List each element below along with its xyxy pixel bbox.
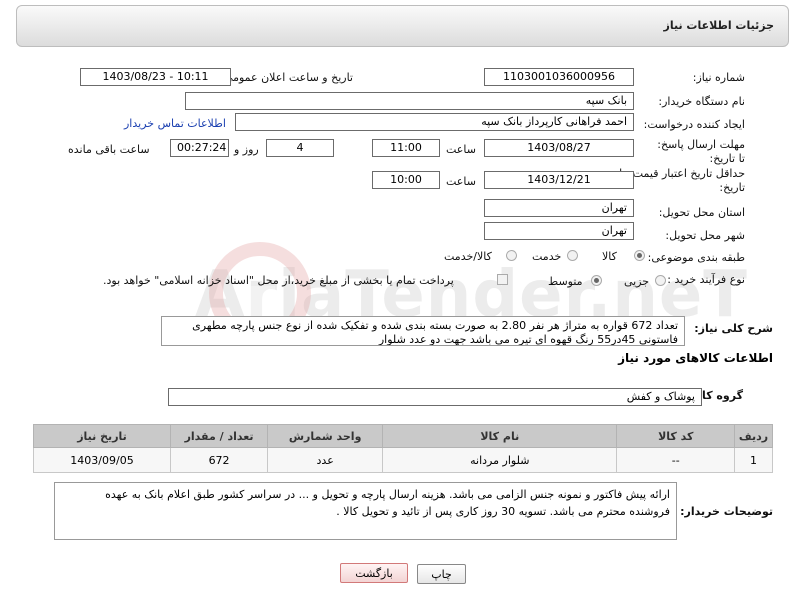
- col-need-date: تاریخ نیاز: [32, 424, 172, 448]
- goods-table: تاریخ نیاز تعداد / مقدار واحد شمارش نام …: [32, 424, 773, 473]
- announce-datetime-label: تاریخ و ساعت اعلان عمومی:: [220, 71, 353, 84]
- col-row-number: ردیف: [734, 424, 773, 448]
- category-goods-service-label: کالا/خدمت: [444, 250, 492, 263]
- reply-time-label: ساعت: [446, 143, 476, 156]
- goods-section-title: اطلاعات کالاهای مورد نیاز: [618, 351, 773, 365]
- col-unit: واحد شمارش: [267, 424, 384, 448]
- category-goods-service-radio[interactable]: [506, 250, 517, 261]
- col-item-code: کد کالا: [616, 424, 736, 448]
- cell-row-number: 1: [734, 447, 773, 473]
- price-validity-label: حداقل تاریخ اعتبار قیمت: تا تاریخ:: [619, 167, 745, 194]
- province-field[interactable]: تهران: [484, 199, 634, 217]
- buyer-contact-link[interactable]: اطلاعات تماس خریدار: [124, 117, 226, 130]
- need-number-label: شماره نیاز:: [692, 71, 745, 84]
- creator-field[interactable]: احمد فراهانی کارپرداز بانک سپه: [235, 113, 634, 131]
- reply-date-field[interactable]: 1403/08/27: [484, 139, 634, 157]
- print-button[interactable]: چاپ: [417, 564, 466, 584]
- process-label: نوع فرآیند خرید :: [667, 273, 745, 286]
- price-date-field[interactable]: 1403/12/21: [484, 171, 634, 189]
- price-time-label: ساعت: [446, 175, 476, 188]
- cell-unit: عدد: [267, 447, 384, 473]
- days-label: روز و: [234, 143, 259, 156]
- col-quantity: تعداد / مقدار: [170, 424, 269, 448]
- announce-datetime-field[interactable]: 1403/08/23 - 10:11: [80, 68, 231, 86]
- days-field[interactable]: 4: [266, 139, 334, 157]
- reply-deadline-label: مهلت ارسال پاسخ: تا تاریخ:: [657, 138, 745, 165]
- remaining-time-field[interactable]: 00:27:24: [170, 139, 229, 157]
- description-textarea[interactable]: تعداد 672 قواره به متراژ هر نفر 2.80 به …: [161, 316, 685, 346]
- remaining-time-label: ساعت باقی مانده: [68, 143, 150, 156]
- price-time-field[interactable]: 10:00: [372, 171, 440, 189]
- reply-time-field[interactable]: 11:00: [372, 139, 440, 157]
- description-label: شرح کلی نیاز:: [694, 322, 773, 335]
- cell-quantity: 672: [170, 447, 269, 473]
- city-field[interactable]: تهران: [484, 222, 634, 240]
- province-label: استان محل تحویل:: [658, 206, 745, 219]
- process-medium-label: متوسط: [548, 275, 583, 288]
- treasury-payment-checkbox[interactable]: [497, 274, 508, 285]
- process-minor-radio[interactable]: [655, 275, 666, 286]
- buyer-notes-textarea[interactable]: ارائه پیش فاکتور و نمونه جنس الزامی می ب…: [54, 482, 677, 540]
- process-minor-label: جزیی: [624, 275, 650, 288]
- cell-item-name: شلوار مردانه: [382, 447, 618, 473]
- table-row[interactable]: 1403/09/05 672 عدد شلوار مردانه -- 1: [32, 447, 773, 473]
- col-item-name: نام کالا: [382, 424, 618, 448]
- category-service-radio[interactable]: [567, 250, 578, 261]
- page-title: جزئیات اطلاعات نیاز: [663, 19, 775, 32]
- details-header-panel: جزئیات اطلاعات نیاز: [16, 5, 789, 47]
- category-goods-radio[interactable]: [634, 250, 645, 261]
- back-button[interactable]: بازگشت: [340, 563, 408, 583]
- category-label: طبقه بندی موضوعی:: [647, 251, 745, 264]
- category-service-label: خدمت: [532, 250, 562, 263]
- buyer-org-field[interactable]: بانک سپه: [185, 92, 634, 110]
- process-medium-radio[interactable]: [591, 275, 602, 286]
- city-label: شهر محل تحویل:: [665, 229, 745, 242]
- cell-need-date: 1403/09/05: [32, 447, 172, 473]
- need-number-field[interactable]: 1103001036000956: [484, 68, 634, 86]
- creator-label: ایجاد کننده درخواست:: [643, 118, 745, 131]
- treasury-payment-note: پرداخت تمام یا بخشی از مبلغ خرید،از محل …: [103, 274, 454, 287]
- category-goods-label: کالا: [602, 250, 617, 263]
- cell-item-code: --: [616, 447, 736, 473]
- buyer-org-label: نام دستگاه خریدار:: [658, 95, 745, 108]
- goods-group-field[interactable]: پوشاک و کفش: [168, 388, 702, 406]
- buyer-notes-label: توضیحات خریدار:: [680, 505, 773, 518]
